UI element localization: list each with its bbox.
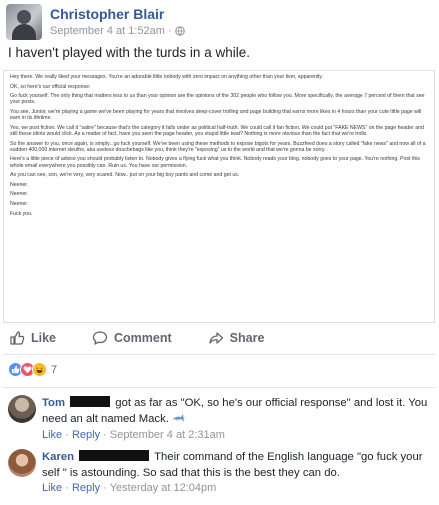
comment-button[interactable]: Comment	[92, 330, 172, 346]
comment-label: Comment	[114, 331, 172, 345]
globe-icon	[174, 26, 185, 36]
haha-reaction-icon	[32, 362, 47, 377]
comment: Karen Their command of the English langu…	[8, 449, 436, 499]
comment-like-link[interactable]: Like	[42, 482, 62, 494]
image-paragraph: As you can see, son, we're very, very sc…	[10, 172, 240, 179]
comment: Tom got as far as "OK, so he's our offic…	[8, 395, 436, 443]
comment-reply-link[interactable]: Reply	[72, 429, 100, 441]
author-name[interactable]: Christopher Blair	[50, 6, 164, 22]
shark-emoji-icon	[173, 414, 185, 422]
redaction-bar	[79, 450, 150, 461]
comment-body: Tom got as far as "OK, so he's our offic…	[42, 395, 432, 427]
reaction-count: 7	[51, 363, 58, 376]
image-paragraph: OK, so here's our official response:	[10, 83, 91, 90]
post-meta: September 4 at 1:52am ·	[50, 25, 185, 37]
image-paragraph: You see, Junior, we're playing a game we…	[10, 108, 422, 122]
post-date[interactable]: September 4 at 1:52am	[50, 25, 165, 37]
meta-separator: ·	[167, 25, 172, 37]
image-paragraph: Fuck you.	[10, 210, 33, 217]
image-paragraph: Neener.	[10, 200, 29, 207]
like-icon	[10, 331, 25, 345]
image-paragraph: Go fuck yourself. The only thing that ma…	[10, 93, 425, 106]
post-text: I haven't played with the turds in a whi…	[8, 45, 250, 60]
commenter-avatar[interactable]	[8, 395, 36, 423]
image-paragraph: Neener.	[10, 181, 29, 188]
share-icon	[209, 332, 223, 344]
like-button[interactable]: Like	[9, 330, 56, 346]
separator: ·	[103, 482, 107, 494]
divider	[3, 354, 435, 355]
share-label: Share	[229, 331, 265, 345]
author-avatar[interactable]	[6, 4, 42, 40]
divider	[3, 387, 435, 388]
comment-actions: Like · Reply · September 4 at 2:31am	[42, 429, 225, 441]
post-action-bar: Like Comment Share	[3, 326, 435, 350]
comment-time[interactable]: September 4 at 2:31am	[110, 429, 225, 441]
image-paragraph: So the answer to you, once again, is sim…	[10, 140, 426, 153]
commenter-avatar[interactable]	[8, 449, 36, 477]
comment-time[interactable]: Yesterday at 12:04pm	[110, 482, 217, 494]
reaction-summary[interactable]: 7	[8, 362, 57, 377]
image-paragraph: Hey there. We really liked your messages…	[10, 74, 324, 80]
like-label: Like	[31, 331, 57, 345]
commenter-name[interactable]: Karen	[42, 451, 74, 463]
comment-like-link[interactable]: Like	[42, 429, 62, 441]
redaction-bar	[70, 396, 111, 407]
image-paragraph: Yes, we post fiction. We call it "satire…	[10, 124, 424, 137]
image-paragraph: Here's a little piece of advice you shou…	[10, 156, 421, 169]
commenter-name[interactable]: Tom	[42, 397, 65, 409]
post-header: Christopher Blair September 4 at 1:52am …	[6, 4, 436, 42]
shared-email-image[interactable]: Hey there. We really liked your messages…	[3, 70, 435, 323]
separator: ·	[65, 429, 69, 441]
comment-reply-link[interactable]: Reply	[72, 482, 100, 494]
separator: ·	[65, 482, 69, 494]
separator: ·	[103, 429, 107, 441]
comment-actions: Like · Reply · Yesterday at 12:04pm	[42, 482, 216, 494]
comment-icon	[92, 331, 108, 345]
image-paragraph: Neener.	[10, 191, 29, 198]
comment-body: Karen Their command of the English langu…	[42, 449, 432, 481]
share-button[interactable]: Share	[208, 330, 265, 346]
